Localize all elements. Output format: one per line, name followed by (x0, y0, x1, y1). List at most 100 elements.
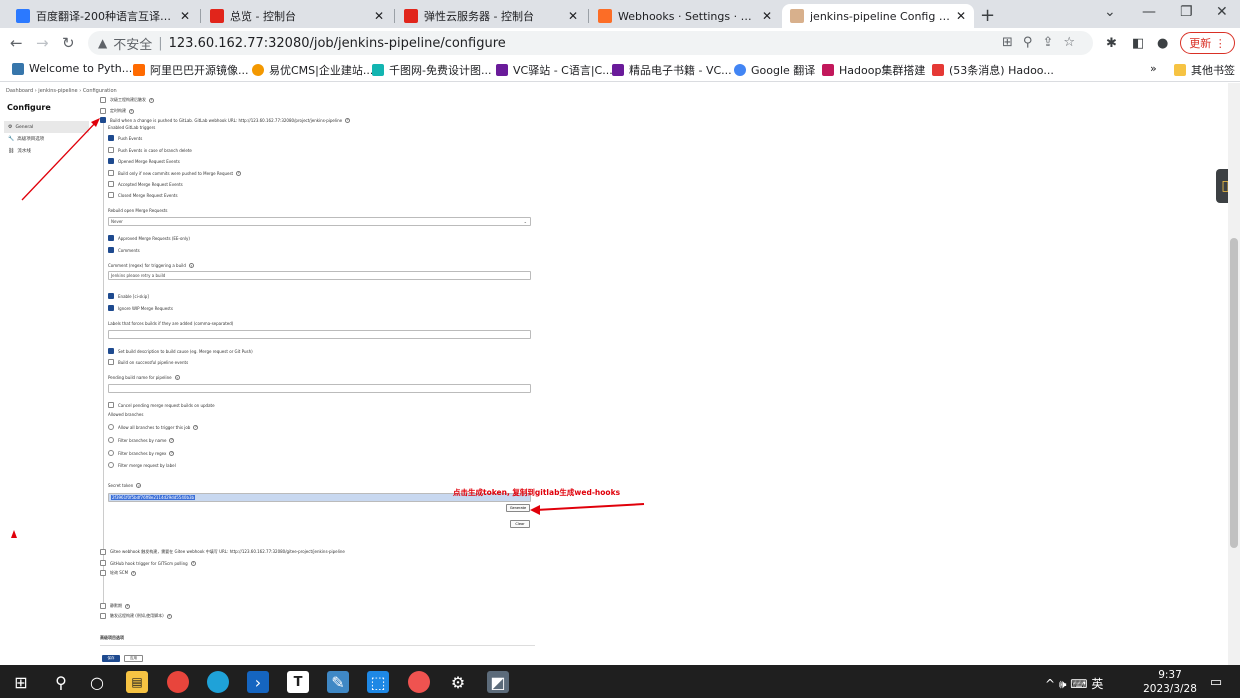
clear-button[interactable]: Clear (510, 520, 530, 528)
checkbox-row[interactable]: Set build description to build cause (eg… (108, 348, 253, 354)
labels-force-input[interactable] (108, 330, 531, 339)
checkbox[interactable] (108, 147, 114, 153)
settings-gear-icon[interactable]: ⚙ (447, 671, 469, 693)
radio-row[interactable]: Filter branches by regex? (108, 450, 175, 456)
checkbox-row[interactable]: 触发远程构建 (例如,使用脚本)? (100, 613, 172, 619)
notes-icon[interactable]: ✎ (327, 671, 349, 693)
help-icon[interactable]: ? (190, 560, 196, 566)
help-icon[interactable]: ? (136, 483, 142, 488)
bookmark-58pic[interactable]: 千图网-免费设计图... (372, 62, 491, 78)
checkbox[interactable] (100, 570, 106, 576)
update-button[interactable]: 更新 ⋮ (1180, 32, 1235, 54)
notification-icon[interactable]: ▭ (1205, 671, 1227, 693)
clock[interactable]: 9:37 2023/3/28 (1140, 668, 1200, 696)
extensions-icon[interactable]: ✱ (1106, 36, 1117, 51)
bookmark-csdn-hadoop[interactable]: (53条消息) Hadoo... (932, 62, 1054, 78)
checkbox-gitlab-push[interactable] (100, 117, 106, 123)
side-panel-icon[interactable]: ◧ (1132, 36, 1144, 51)
checkbox[interactable] (108, 235, 114, 241)
checkbox-row[interactable]: Build only if new commits were pushed to… (108, 170, 242, 176)
scrollbar-thumb[interactable] (1230, 238, 1238, 548)
comment-regex-input[interactable]: Jenkins please retry a build (108, 271, 531, 280)
pending-build-input[interactable] (108, 384, 531, 393)
checkbox-row[interactable]: Comments (108, 247, 140, 253)
help-icon[interactable]: ? (169, 450, 175, 456)
tab-huawei-overview[interactable]: 总览 - 控制台 ✕ (202, 4, 392, 28)
checkbox-row[interactable]: Build on successful pipeline events (108, 359, 188, 365)
edge-icon[interactable] (207, 671, 229, 693)
checkbox[interactable] (108, 192, 114, 198)
help-icon[interactable]: ? (129, 108, 134, 114)
bookmark-vcstation[interactable]: VC驿站 - C语言|C... (496, 62, 613, 78)
omnibox-action-icons[interactable]: ⊞⚲⇪☆ (1002, 35, 1085, 50)
help-icon[interactable]: ? (166, 613, 172, 619)
checkbox[interactable] (100, 613, 106, 619)
radio-button[interactable] (108, 424, 114, 430)
checkbox-row[interactable]: 定时构建? (100, 108, 134, 114)
checkbox-row[interactable]: Push Events (108, 135, 142, 141)
checkbox-row[interactable]: Accepted Merge Request Events (108, 181, 183, 187)
help-icon[interactable]: ? (174, 375, 180, 380)
rebuild-select[interactable]: Never ⌄ (108, 217, 531, 226)
checkbox[interactable] (100, 97, 106, 103)
bookmark-eyoucms[interactable]: 易优CMS|企业建站... (252, 62, 373, 78)
checkbox-row[interactable]: Closed Merge Request Events (108, 192, 178, 198)
xshell-icon[interactable]: › (247, 671, 269, 693)
help-icon[interactable]: ? (188, 263, 194, 268)
swift-icon[interactable] (408, 671, 430, 693)
apply-button[interactable]: 应用 (124, 655, 143, 662)
radio-button[interactable] (108, 437, 114, 443)
tab-baidu-translate[interactable]: 百度翻译-200种语言互译、沟通 ✕ (8, 4, 198, 28)
checkbox[interactable] (108, 293, 114, 299)
tab-huawei-ecs[interactable]: 弹性云服务器 - 控制台 ✕ (396, 4, 586, 28)
checkbox-row[interactable]: Approved Merge Requests (EE-only) (108, 235, 190, 241)
checkbox-row[interactable]: Ignore WIP Merge Requests (108, 305, 173, 311)
minimize-icon[interactable]: — (1142, 4, 1156, 20)
close-icon[interactable]: ✕ (956, 9, 966, 23)
checkbox[interactable] (100, 549, 106, 555)
checkbox[interactable] (108, 158, 114, 164)
checkbox-row[interactable]: Gitee webhook 触发构建，需要在 Gitee webhook 中填写… (100, 549, 345, 555)
sidebar-item-pipeline[interactable]: ⛓ 流水线 (4, 145, 89, 157)
close-icon[interactable]: ✕ (180, 9, 190, 23)
tab-jenkins-config[interactable]: jenkins-pipeline Config [Jenkin ✕ (782, 4, 974, 28)
help-icon[interactable]: ? (236, 170, 242, 176)
checkbox[interactable] (108, 348, 114, 354)
xftp-icon[interactable]: ⬚ (367, 671, 389, 693)
restore-icon[interactable]: ❐ (1180, 4, 1193, 20)
radio-button[interactable] (108, 450, 114, 456)
checkbox[interactable] (108, 181, 114, 187)
screenshot-tool-icon[interactable]: ◩ (487, 671, 509, 693)
url-input[interactable]: ▲ 不安全 | 123.60.162.77:32080/job/jenkins-… (88, 31, 1093, 55)
checkbox[interactable] (108, 247, 114, 253)
tab-gitlab-webhooks[interactable]: Webhooks · Settings · Adminis ✕ (590, 4, 780, 28)
new-tab-icon[interactable]: + (980, 5, 995, 26)
chrome-icon[interactable] (167, 671, 189, 693)
checkbox[interactable] (108, 135, 114, 141)
typora-icon[interactable]: T (287, 671, 309, 693)
other-bookmarks[interactable]: 其他书签 (1174, 62, 1235, 78)
close-icon[interactable]: ✕ (762, 9, 772, 23)
breadcrumb[interactable]: Dashboard › jenkins-pipeline › Configura… (6, 88, 117, 94)
checkbox[interactable] (108, 305, 114, 311)
generate-button[interactable]: Generate (506, 504, 530, 512)
save-button[interactable]: 保存 (102, 655, 120, 662)
checkbox[interactable] (108, 170, 114, 176)
checkbox-row[interactable]: Enable [ci-skip] (108, 293, 149, 299)
checkbox-row[interactable]: 次级工程构建后触发? (100, 97, 154, 103)
bookmarks-overflow-icon[interactable]: » (1150, 62, 1157, 75)
page-scrollbar[interactable] (1228, 83, 1240, 665)
file-explorer-icon[interactable]: ▤ (126, 671, 148, 693)
help-icon[interactable]: ? (345, 117, 351, 123)
profile-avatar-icon[interactable]: ● (1157, 36, 1168, 51)
reload-icon[interactable]: ↻ (62, 34, 75, 52)
radio-row[interactable]: Allow all branches to trigger this job? (108, 424, 199, 430)
tab-search-icon[interactable]: ⌄ (1104, 4, 1116, 20)
checkbox[interactable] (108, 359, 114, 365)
checkbox-row[interactable]: Push Events in case of branch delete (108, 147, 192, 153)
bookmark-hadoop[interactable]: Hadoop集群搭建 (822, 62, 925, 78)
help-icon[interactable]: ? (149, 97, 154, 103)
bookmark-ebooks[interactable]: 精品电子书籍 - VC... (612, 62, 732, 78)
help-icon[interactable]: ? (131, 570, 137, 576)
back-icon[interactable]: ← (10, 34, 23, 52)
